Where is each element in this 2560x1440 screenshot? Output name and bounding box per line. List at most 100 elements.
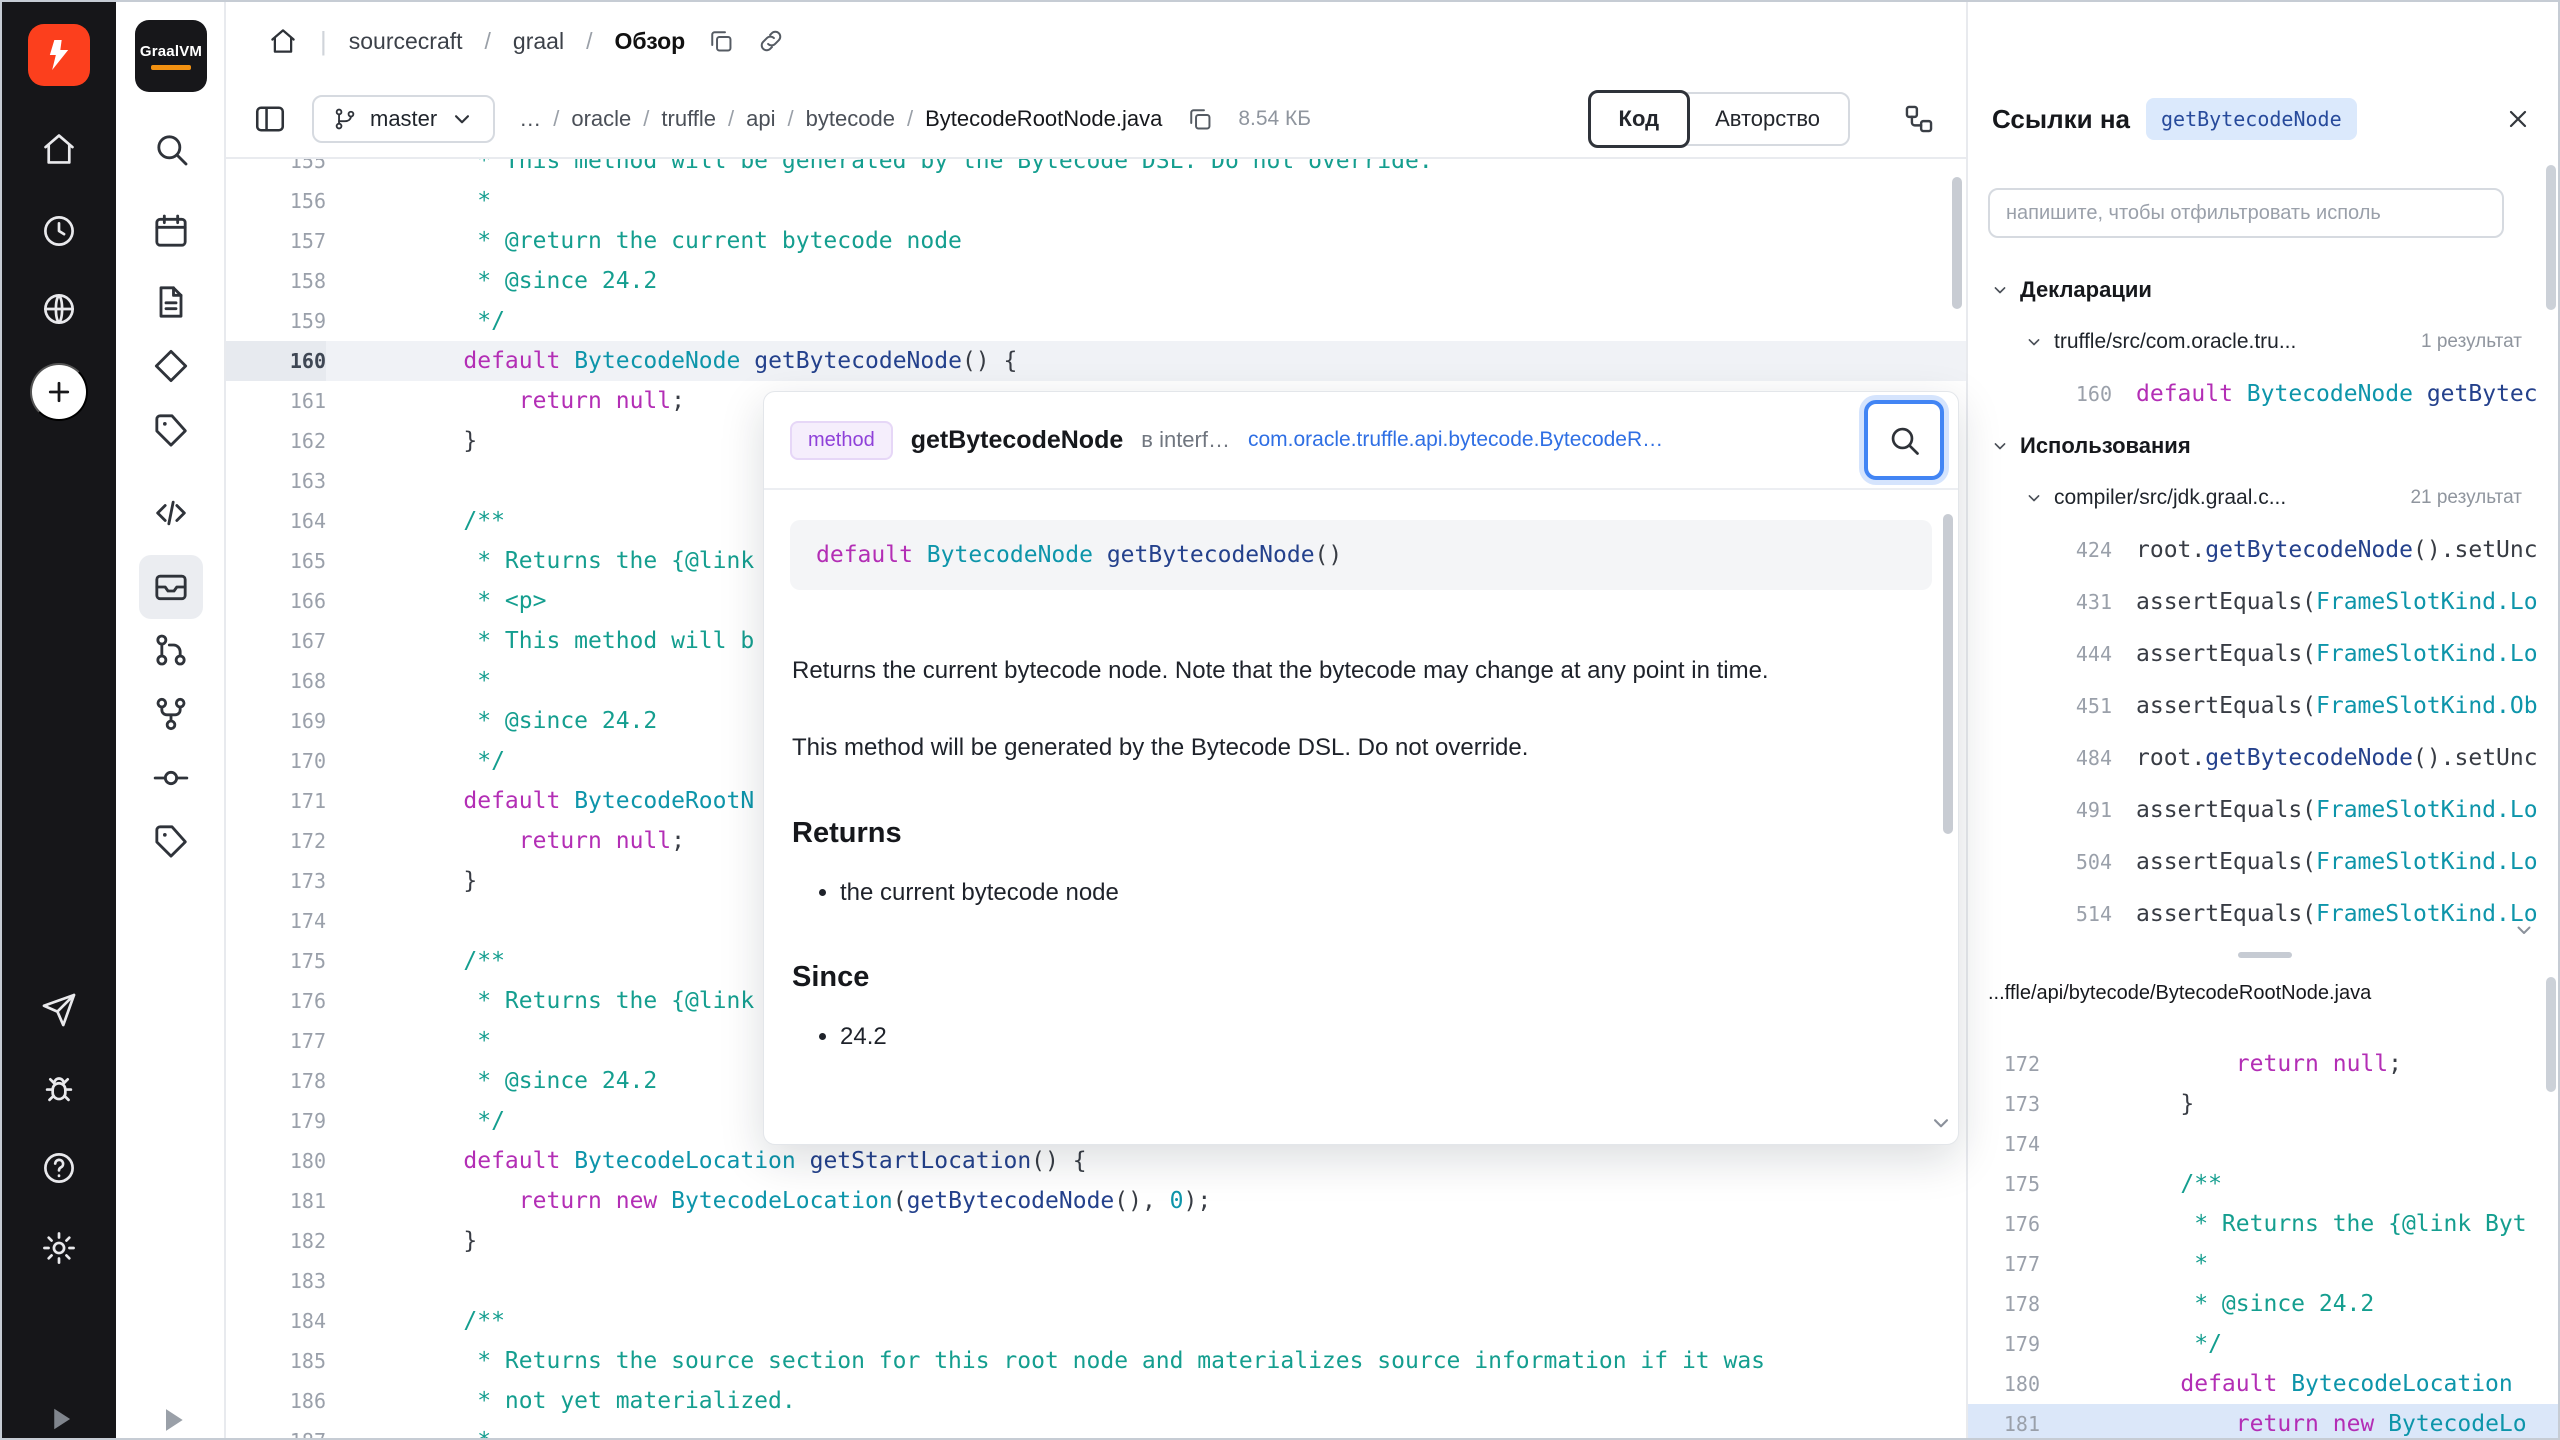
documents-icon[interactable] <box>151 282 191 322</box>
code-line-157[interactable]: 157 * @return the current bytecode node <box>226 221 1966 261</box>
scroll-down-icon[interactable] <box>1928 1110 1954 1136</box>
line-number: 173 <box>226 861 326 901</box>
code-line-155[interactable]: 155 * This method will be generated by t… <box>226 159 1966 181</box>
references-filter-input[interactable] <box>1988 188 2504 238</box>
code-line-160[interactable]: 160 default BytecodeNode getBytecodeNode… <box>226 341 1966 381</box>
panel-resize-handle[interactable] <box>1968 946 2560 964</box>
calendar-icon[interactable] <box>151 211 191 251</box>
tags-icon[interactable] <box>151 821 191 861</box>
tab-authorship[interactable]: Авторство <box>1687 94 1848 144</box>
send-icon[interactable] <box>40 991 78 1029</box>
symbol-fqn-link[interactable]: com.oracle.truffle.api.bytecode.Bytecode… <box>1248 428 1663 452</box>
code-line-159[interactable]: 159 */ <box>226 301 1966 341</box>
code-line-187[interactable]: 187 * <box>226 1421 1966 1440</box>
code-line-175[interactable]: 175 /** <box>1968 1164 2560 1204</box>
path-segment[interactable]: api <box>746 106 775 132</box>
debug-bug-icon[interactable] <box>40 1069 78 1107</box>
toggle-file-tree-icon[interactable] <box>252 101 288 137</box>
preview-scrollbar[interactable] <box>2546 977 2556 1092</box>
code-line-156[interactable]: 156 * <box>226 181 1966 221</box>
code-line-180[interactable]: 180 default BytecodeLocation getStartLoc… <box>226 1141 1966 1181</box>
help-icon[interactable] <box>40 1149 78 1187</box>
code-line-176[interactable]: 176 * Returns the {@link Byt <box>1968 1204 2560 1244</box>
copy-path-icon[interactable] <box>1186 105 1214 133</box>
path-segment[interactable]: bytecode <box>806 106 895 132</box>
code-line-184[interactable]: 184 /** <box>226 1301 1966 1341</box>
ref-result-row[interactable]: 491assertEquals(FrameSlotKind.Lo <box>1968 784 2560 836</box>
code-text: root.getBytecodeNode().setUnc <box>2136 745 2538 771</box>
history-icon[interactable] <box>40 212 78 250</box>
create-button[interactable] <box>30 363 88 421</box>
doc-paragraph: This method will be generated by the Byt… <box>792 731 1912 766</box>
ref-result-row[interactable]: 514assertEquals(FrameSlotKind.Lo <box>1968 888 2560 940</box>
branches-fork-icon[interactable] <box>151 694 191 734</box>
symbol-name: getBytecodeNode <box>911 426 1124 455</box>
code-line-177[interactable]: 177 * <box>1968 1244 2560 1284</box>
references-tree: Декларацииtruffle/src/com.oracle.tru...1… <box>1968 264 2560 942</box>
ref-result-row[interactable]: 451assertEquals(FrameSlotKind.Ob <box>1968 680 2560 732</box>
settings-gear-icon[interactable] <box>40 1229 78 1267</box>
ref-file-row[interactable]: compiler/src/jdk.graal.c...21 результат <box>1968 472 2560 524</box>
ref-result-row[interactable]: 484root.getBytecodeNode().setUnc <box>1968 732 2560 784</box>
code-line-183[interactable]: 183 <box>226 1261 1966 1301</box>
commits-icon[interactable] <box>151 758 191 798</box>
code-line-180[interactable]: 180 default BytecodeLocation <box>1968 1364 2560 1404</box>
references-scrollbar[interactable] <box>2546 165 2556 310</box>
ref-result-row[interactable]: 160default BytecodeNode getBytec <box>1968 368 2560 420</box>
labels-tag-icon[interactable] <box>151 410 191 450</box>
milestone-diamond-icon[interactable] <box>151 346 191 386</box>
ref-result-row[interactable]: 431assertEquals(FrameSlotKind.Lo <box>1968 576 2560 628</box>
merge-request-icon[interactable] <box>151 630 191 670</box>
link-icon[interactable] <box>757 27 785 55</box>
ref-group-row[interactable]: Декларации <box>1968 264 2560 316</box>
popup-scrollbar[interactable] <box>1943 514 1953 834</box>
tab-code[interactable]: Код <box>1588 90 1691 148</box>
scroll-down-icon[interactable] <box>2512 918 2536 942</box>
home-icon[interactable] <box>40 130 78 168</box>
search-icon[interactable] <box>151 129 191 169</box>
code-line-185[interactable]: 185 * Returns the source section for thi… <box>226 1341 1966 1381</box>
code-line-181[interactable]: 181 return new BytecodeLo <box>1968 1404 2560 1438</box>
explore-globe-icon[interactable] <box>40 290 78 328</box>
ref-result-row[interactable]: 424root.getBytecodeNode().setUnc <box>1968 524 2560 576</box>
copy-icon[interactable] <box>707 27 735 55</box>
preview-file-path[interactable]: ...ffle/api/bytecode/BytecodeRootNode.ja… <box>1968 964 2560 1012</box>
code-line-182[interactable]: 182 } <box>226 1221 1966 1261</box>
code-text: assertEquals(FrameSlotKind.Lo <box>2136 797 2538 823</box>
sourcecraft-logo[interactable] <box>28 24 90 86</box>
path-segment[interactable]: truffle <box>661 106 716 132</box>
editor-scrollbar[interactable] <box>1952 177 1962 309</box>
repository-icon[interactable] <box>151 567 191 607</box>
code-line-173[interactable]: 173 } <box>1968 1084 2560 1124</box>
ref-result-row[interactable]: 504assertEquals(FrameSlotKind.Lo <box>1968 836 2560 888</box>
code-line-186[interactable]: 186 * not yet materialized. <box>226 1381 1966 1421</box>
ref-file-row[interactable]: truffle/src/com.oracle.tru...1 результат <box>1968 316 2560 368</box>
code-line-179[interactable]: 179 */ <box>1968 1324 2560 1364</box>
line-number: 161 <box>226 381 326 421</box>
find-references-button[interactable] <box>1864 400 1944 480</box>
code-line-178[interactable]: 178 * @since 24.2 <box>1968 1284 2560 1324</box>
file-structure-icon[interactable] <box>1902 102 1936 136</box>
breadcrumb-repo[interactable]: graal <box>513 28 564 55</box>
code-line-181[interactable]: 181 return new BytecodeLocation(getBytec… <box>226 1181 1966 1221</box>
ref-group-row[interactable]: Использования <box>1968 420 2560 472</box>
expand-sidebar-icon[interactable] <box>151 1400 191 1440</box>
code-line-174[interactable]: 174 <box>1968 1124 2560 1164</box>
ref-result-row[interactable]: 444assertEquals(FrameSlotKind.Lo <box>1968 628 2560 680</box>
code-line-158[interactable]: 158 * @since 24.2 <box>226 261 1966 301</box>
path-segment[interactable]: oracle <box>571 106 631 132</box>
code-text: assertEquals(FrameSlotKind.Lo <box>2136 849 2538 875</box>
code-text <box>2040 1124 2560 1164</box>
branch-selector[interactable]: master <box>312 95 495 143</box>
breadcrumb-project[interactable]: sourcecraft <box>349 28 463 55</box>
expand-rail-icon[interactable] <box>40 1400 78 1438</box>
close-panel-button[interactable] <box>2504 105 2532 133</box>
code-line-172[interactable]: 172 return null; <box>1968 1044 2560 1084</box>
file-preview-panel: ...ffle/api/bytecode/BytecodeRootNode.ja… <box>1968 964 2560 1438</box>
home-breadcrumb-icon[interactable] <box>268 26 298 56</box>
path-segment[interactable]: … <box>519 106 541 132</box>
graalvm-logo[interactable]: GraalVM <box>135 20 207 92</box>
code-text: * <box>2040 1244 2560 1284</box>
code-icon[interactable] <box>151 493 191 533</box>
breadcrumb-divider: | <box>320 26 327 57</box>
